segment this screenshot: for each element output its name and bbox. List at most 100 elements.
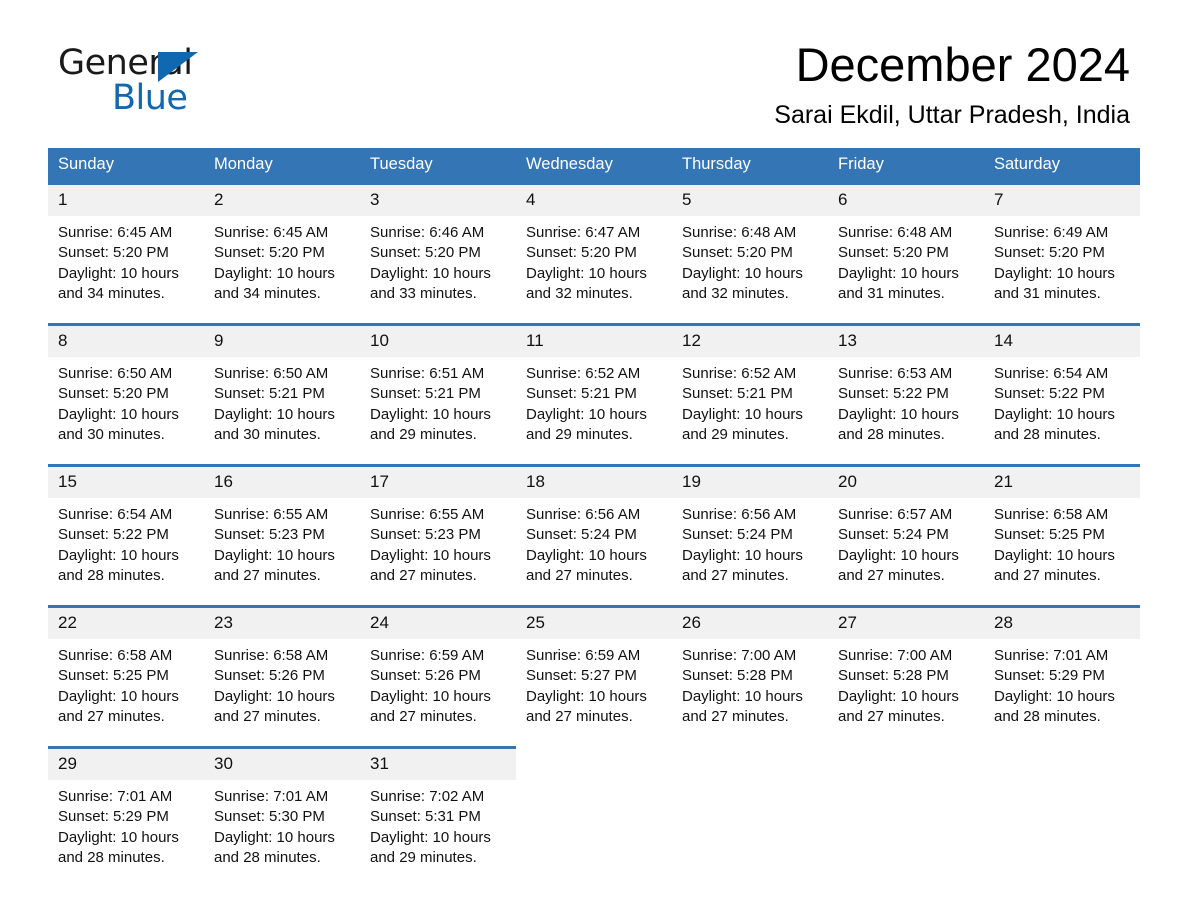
daylight-text-line2: and 27 minutes. — [370, 566, 477, 584]
day-details: Sunrise: 6:50 AM Sunset: 5:21 PM Daylight:… — [204, 357, 360, 445]
calendar-day-cell[interactable]: 23 Sunrise: 6:58 AM Sunset: 5:26 PM Dayligh… — [204, 605, 360, 728]
calendar-day-cell[interactable]: 14 Sunrise: 6:54 AM Sunset: 5:22 PM Dayligh… — [984, 323, 1140, 446]
sunset-text: Sunset: 5:21 PM — [526, 385, 637, 403]
daylight-text-line1: Daylight: 10 hours — [370, 828, 491, 846]
daylight-text-line2: and 27 minutes. — [994, 566, 1101, 584]
daylight-text-line1: Daylight: 10 hours — [370, 546, 491, 564]
day-number: 22 — [48, 608, 204, 639]
day-details: Sunrise: 6:59 AM Sunset: 5:27 PM Daylight:… — [516, 639, 672, 727]
calendar-day-cell[interactable]: 1 Sunrise: 6:45 AM Sunset: 5:20 PM Daylight… — [48, 182, 204, 305]
calendar-day-cell[interactable]: 22 Sunrise: 6:58 AM Sunset: 5:25 PM Dayligh… — [48, 605, 204, 728]
sunset-text: Sunset: 5:26 PM — [214, 667, 325, 685]
daylight-text-line1: Daylight: 10 hours — [526, 264, 647, 282]
sunrise-text: Sunrise: 6:52 AM — [526, 365, 641, 382]
week-spacer — [48, 587, 1140, 607]
calendar-day-cell[interactable]: 30 Sunrise: 7:01 AM Sunset: 5:30 PM Dayligh… — [204, 746, 360, 869]
calendar-day-cell[interactable]: 29 Sunrise: 7:01 AM Sunset: 5:29 PM Dayligh… — [48, 746, 204, 869]
calendar-day-cell[interactable]: 3 Sunrise: 6:46 AM Sunset: 5:20 PM Daylight… — [360, 182, 516, 305]
day-number: 14 — [984, 326, 1140, 357]
calendar-day-cell[interactable]: 7 Sunrise: 6:49 AM Sunset: 5:20 PM Daylight… — [984, 182, 1140, 305]
sunrise-text: Sunrise: 6:53 AM — [838, 365, 953, 382]
weekday-header-tuesday: Tuesday — [360, 148, 516, 184]
day-number: 28 — [984, 608, 1140, 639]
daylight-text-line1: Daylight: 10 hours — [682, 687, 803, 705]
calendar-day-cell[interactable]: 11 Sunrise: 6:52 AM Sunset: 5:21 PM Dayligh… — [516, 323, 672, 446]
calendar-day-cell[interactable]: 18 Sunrise: 6:56 AM Sunset: 5:24 PM Dayligh… — [516, 464, 672, 587]
sunset-text: Sunset: 5:20 PM — [994, 244, 1105, 262]
calendar-day-cell[interactable]: 16 Sunrise: 6:55 AM Sunset: 5:23 PM Dayligh… — [204, 464, 360, 587]
calendar-day-cell[interactable]: 13 Sunrise: 6:53 AM Sunset: 5:22 PM Dayligh… — [828, 323, 984, 446]
calendar-day-cell[interactable]: 27 Sunrise: 7:00 AM Sunset: 5:28 PM Dayligh… — [828, 605, 984, 728]
calendar-day-cell[interactable]: 28 Sunrise: 7:01 AM Sunset: 5:29 PM Dayligh… — [984, 605, 1140, 728]
sunrise-text: Sunrise: 6:58 AM — [994, 506, 1109, 523]
day-details: Sunrise: 6:58 AM Sunset: 5:25 PM Daylight:… — [48, 639, 204, 727]
day-number: 11 — [516, 326, 672, 357]
day-details: Sunrise: 7:01 AM Sunset: 5:30 PM Daylight:… — [204, 780, 360, 868]
calendar-day-cell[interactable]: 26 Sunrise: 7:00 AM Sunset: 5:28 PM Dayligh… — [672, 605, 828, 728]
calendar-day-cell[interactable]: 15 Sunrise: 6:54 AM Sunset: 5:22 PM Dayligh… — [48, 464, 204, 587]
week-spacer — [48, 728, 1140, 748]
sunrise-text: Sunrise: 6:59 AM — [526, 647, 641, 664]
calendar-day-cell[interactable]: 9 Sunrise: 6:50 AM Sunset: 5:21 PM Daylight… — [204, 323, 360, 446]
calendar-day-cell[interactable]: 25 Sunrise: 6:59 AM Sunset: 5:27 PM Dayligh… — [516, 605, 672, 728]
sunset-text: Sunset: 5:23 PM — [370, 526, 481, 544]
calendar-day-cell[interactable]: 21 Sunrise: 6:58 AM Sunset: 5:25 PM Dayligh… — [984, 464, 1140, 587]
weekday-header-thursday: Thursday — [672, 148, 828, 184]
calendar-week-row: 8 Sunrise: 6:50 AM Sunset: 5:20 PM Daylight… — [48, 323, 1140, 446]
daylight-text-line1: Daylight: 10 hours — [838, 405, 959, 423]
sunset-text: Sunset: 5:20 PM — [838, 244, 949, 262]
weekday-header-row: Sunday Monday Tuesday Wednesday Thursday… — [48, 148, 1140, 184]
day-number: 20 — [828, 467, 984, 498]
calendar-day-cell[interactable]: 10 Sunrise: 6:51 AM Sunset: 5:21 PM Dayligh… — [360, 323, 516, 446]
sunset-text: Sunset: 5:29 PM — [994, 667, 1105, 685]
daylight-text-line2: and 29 minutes. — [370, 848, 477, 866]
sunset-text: Sunset: 5:23 PM — [214, 526, 325, 544]
day-details: Sunrise: 6:56 AM Sunset: 5:24 PM Daylight:… — [516, 498, 672, 586]
sunset-text: Sunset: 5:20 PM — [214, 244, 325, 262]
calendar-day-cell[interactable]: 17 Sunrise: 6:55 AM Sunset: 5:23 PM Dayligh… — [360, 464, 516, 587]
calendar-day-cell[interactable]: 19 Sunrise: 6:56 AM Sunset: 5:24 PM Dayligh… — [672, 464, 828, 587]
daylight-text-line2: and 27 minutes. — [214, 707, 321, 725]
sunrise-text: Sunrise: 6:47 AM — [526, 224, 641, 241]
daylight-text-line2: and 27 minutes. — [838, 707, 945, 725]
calendar-body: 1 Sunrise: 6:45 AM Sunset: 5:20 PM Daylight… — [48, 182, 1140, 869]
day-details: Sunrise: 6:54 AM Sunset: 5:22 PM Daylight:… — [48, 498, 204, 586]
daylight-text-line2: and 27 minutes. — [682, 566, 789, 584]
sunrise-text: Sunrise: 7:01 AM — [214, 788, 329, 805]
sunrise-text: Sunrise: 7:01 AM — [58, 788, 173, 805]
sunrise-text: Sunrise: 6:55 AM — [214, 506, 329, 523]
sunrise-text: Sunrise: 6:58 AM — [58, 647, 173, 664]
calendar-day-cell[interactable]: 2 Sunrise: 6:45 AM Sunset: 5:20 PM Daylight… — [204, 182, 360, 305]
calendar-day-cell[interactable]: 24 Sunrise: 6:59 AM Sunset: 5:26 PM Dayligh… — [360, 605, 516, 728]
calendar-day-cell[interactable]: 4 Sunrise: 6:47 AM Sunset: 5:20 PM Daylight… — [516, 182, 672, 305]
daylight-text-line1: Daylight: 10 hours — [682, 546, 803, 564]
page-header: General Blue December 2024 Sarai Ekdil, … — [48, 0, 1140, 148]
calendar-day-cell[interactable]: 20 Sunrise: 6:57 AM Sunset: 5:24 PM Dayligh… — [828, 464, 984, 587]
calendar-day-cell[interactable]: 6 Sunrise: 6:48 AM Sunset: 5:20 PM Daylight… — [828, 182, 984, 305]
sunset-text: Sunset: 5:24 PM — [838, 526, 949, 544]
sunset-text: Sunset: 5:22 PM — [58, 526, 169, 544]
day-number: 3 — [360, 185, 516, 216]
day-number: 23 — [204, 608, 360, 639]
daylight-text-line2: and 30 minutes. — [214, 425, 321, 443]
calendar-page: General Blue December 2024 Sarai Ekdil, … — [0, 0, 1188, 918]
sunset-text: Sunset: 5:29 PM — [58, 808, 169, 826]
sunrise-text: Sunrise: 6:56 AM — [682, 506, 797, 523]
calendar-day-cell[interactable]: 8 Sunrise: 6:50 AM Sunset: 5:20 PM Daylight… — [48, 323, 204, 446]
daylight-text-line2: and 27 minutes. — [526, 707, 633, 725]
calendar-day-cell[interactable]: 31 Sunrise: 7:02 AM Sunset: 5:31 PM Dayligh… — [360, 746, 516, 869]
day-number: 4 — [516, 185, 672, 216]
calendar-day-cell[interactable]: 12 Sunrise: 6:52 AM Sunset: 5:21 PM Dayligh… — [672, 323, 828, 446]
calendar-empty-cell — [516, 746, 672, 869]
generalblue-logo[interactable]: General Blue — [58, 44, 358, 124]
day-number: 15 — [48, 467, 204, 498]
daylight-text-line2: and 28 minutes. — [214, 848, 321, 866]
daylight-text-line2: and 32 minutes. — [526, 284, 633, 302]
day-number: 24 — [360, 608, 516, 639]
day-number: 7 — [984, 185, 1140, 216]
location-subtitle: Sarai Ekdil, Uttar Pradesh, India — [774, 101, 1130, 129]
daylight-text-line2: and 28 minutes. — [58, 566, 165, 584]
sunset-text: Sunset: 5:20 PM — [370, 244, 481, 262]
daylight-text-line2: and 27 minutes. — [838, 566, 945, 584]
calendar-day-cell[interactable]: 5 Sunrise: 6:48 AM Sunset: 5:20 PM Daylight… — [672, 182, 828, 305]
